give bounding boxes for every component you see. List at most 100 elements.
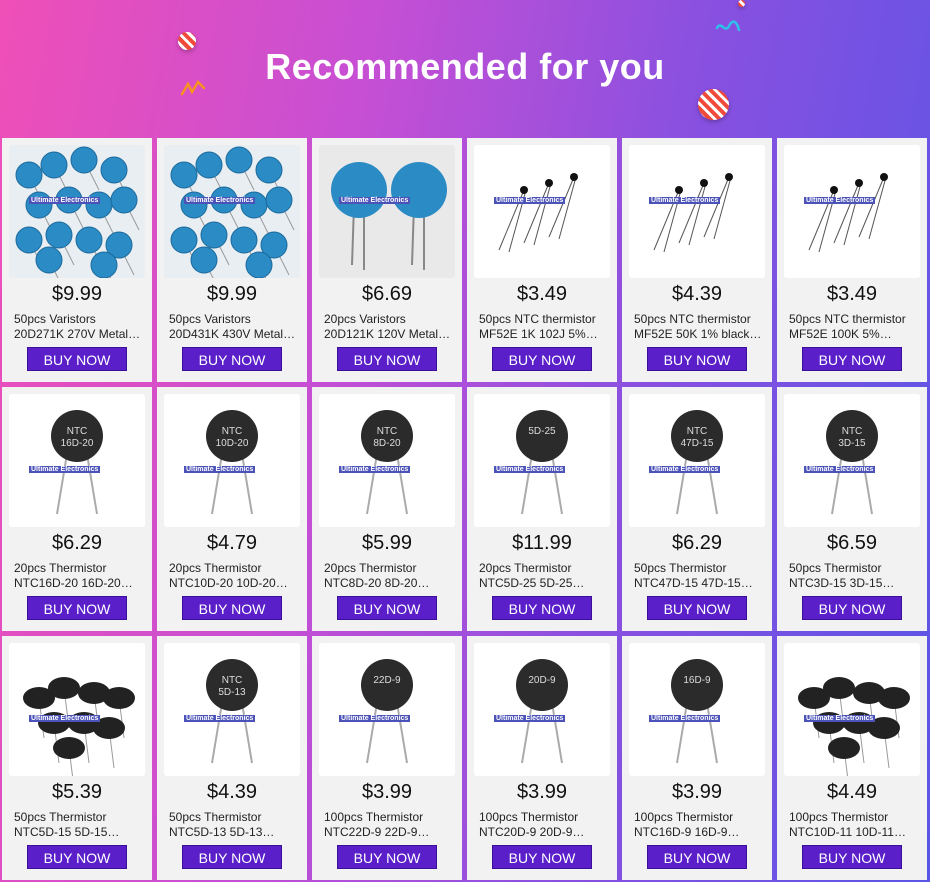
- svg-text:5D-13: 5D-13: [218, 687, 246, 698]
- buy-now-button[interactable]: BUY NOW: [337, 347, 437, 371]
- buy-now-button[interactable]: BUY NOW: [647, 845, 747, 869]
- product-name[interactable]: 50pcs NTC thermistor MF52E 1K 102J 5% th…: [479, 312, 609, 342]
- watermark: Ultimate Electronics: [804, 715, 876, 722]
- buy-now-button[interactable]: BUY NOW: [802, 596, 902, 620]
- product-image[interactable]: 5D-25 Ultimate Electronics: [474, 394, 610, 527]
- svg-text:5D-25: 5D-25: [528, 426, 556, 437]
- product-image[interactable]: Ultimate Electronics: [629, 145, 765, 278]
- decorative-ball-icon: [698, 89, 729, 120]
- product-price: $11.99: [512, 532, 572, 554]
- watermark: Ultimate Electronics: [804, 466, 876, 473]
- svg-text:16D-20: 16D-20: [61, 438, 94, 449]
- buy-now-button[interactable]: BUY NOW: [27, 845, 127, 869]
- product-name[interactable]: 20pcs Thermistor NTC16D-20 16D-20 therma…: [14, 561, 144, 591]
- product-card[interactable]: 22D-9 Ultimate Electronics $3.99 100pcs The…: [312, 636, 462, 880]
- watermark: Ultimate Electronics: [29, 197, 101, 204]
- watermark: Ultimate Electronics: [29, 715, 101, 722]
- product-card[interactable]: Ultimate Electronics $4.39 50pcs NTC therm…: [622, 138, 772, 382]
- watermark: Ultimate Electronics: [649, 466, 721, 473]
- buy-now-button[interactable]: BUY NOW: [182, 596, 282, 620]
- product-card[interactable]: NTC 3D-15 Ultimate Electronics $6.59 50pcs T…: [777, 387, 927, 631]
- product-price: $3.99: [516, 781, 568, 803]
- product-card[interactable]: NTC 47D-15 Ultimate Electronics $6.29 50pcs …: [622, 387, 772, 631]
- product-image[interactable]: 20D-9 Ultimate Electronics: [474, 643, 610, 776]
- buy-now-button[interactable]: BUY NOW: [492, 596, 592, 620]
- buy-now-button[interactable]: BUY NOW: [802, 845, 902, 869]
- product-name[interactable]: 20pcs Thermistor NTC8D-20 8D-20 thermal …: [324, 561, 454, 591]
- product-name[interactable]: 100pcs Thermistor NTC16D-9 16D-9 thermal…: [634, 810, 764, 840]
- product-card[interactable]: NTC 10D-20 Ultimate Electronics $4.79 20pcs …: [157, 387, 307, 631]
- buy-now-button[interactable]: BUY NOW: [492, 347, 592, 371]
- product-card[interactable]: Ultimate Electronics $9.99 50pcs Varistors…: [157, 138, 307, 382]
- buy-now-button[interactable]: BUY NOW: [492, 845, 592, 869]
- product-card[interactable]: Ultimate Electronics $9.99 50pcs Varistors…: [2, 138, 152, 382]
- product-image[interactable]: Ultimate Electronics: [9, 145, 145, 278]
- page-title: Recommended for you: [265, 46, 665, 87]
- watermark: Ultimate Electronics: [649, 715, 721, 722]
- product-card[interactable]: NTC 8D-20 Ultimate Electronics $5.99 20pcs T…: [312, 387, 462, 631]
- product-name[interactable]: 50pcs Varistors 20D271K 270V Metal Oxide…: [14, 312, 144, 342]
- product-image[interactable]: Ultimate Electronics: [474, 145, 610, 278]
- product-card[interactable]: 16D-9 Ultimate Electronics $3.99 100pcs The…: [622, 636, 772, 880]
- svg-text:10D-20: 10D-20: [216, 438, 249, 449]
- buy-now-button[interactable]: BUY NOW: [337, 596, 437, 620]
- product-image[interactable]: 16D-9 Ultimate Electronics: [629, 643, 765, 776]
- product-name[interactable]: 100pcs Thermistor NTC20D-9 20D-9 thermal…: [479, 810, 609, 840]
- product-name[interactable]: 20pcs Thermistor NTC10D-20 10D-20 therma…: [169, 561, 299, 591]
- product-image[interactable]: Ultimate Electronics: [784, 643, 920, 776]
- product-image[interactable]: Ultimate Electronics: [319, 145, 455, 278]
- product-name[interactable]: 50pcs Thermistor NTC47D-15 47D-15 therma…: [634, 561, 764, 591]
- product-image[interactable]: Ultimate Electronics: [784, 145, 920, 278]
- product-card[interactable]: Ultimate Electronics $5.39 50pcs Thermisto…: [2, 636, 152, 880]
- product-card[interactable]: Ultimate Electronics $6.69 20pcs Varistors…: [312, 138, 462, 382]
- product-image[interactable]: NTC 10D-20 Ultimate Electronics: [164, 394, 300, 527]
- product-price: $3.99: [671, 781, 723, 803]
- watermark: Ultimate Electronics: [494, 466, 566, 473]
- product-image[interactable]: NTC 47D-15 Ultimate Electronics: [629, 394, 765, 527]
- product-image[interactable]: NTC 5D-13 Ultimate Electronics: [164, 643, 300, 776]
- buy-now-button[interactable]: BUY NOW: [182, 845, 282, 869]
- buy-now-button[interactable]: BUY NOW: [647, 596, 747, 620]
- product-card[interactable]: 20D-9 Ultimate Electronics $3.99 100pcs The…: [467, 636, 617, 880]
- product-name[interactable]: 50pcs NTC thermistor MF52E 100K 5% therm…: [789, 312, 919, 342]
- buy-now-button[interactable]: BUY NOW: [647, 347, 747, 371]
- product-price: $9.99: [51, 283, 103, 305]
- watermark: Ultimate Electronics: [29, 466, 101, 473]
- buy-now-button[interactable]: BUY NOW: [182, 347, 282, 371]
- watermark: Ultimate Electronics: [184, 715, 256, 722]
- product-card[interactable]: Ultimate Electronics $4.49 100pcs Thermist…: [777, 636, 927, 880]
- product-price: $4.49: [826, 781, 878, 803]
- product-name[interactable]: 20pcs Thermistor NTC5D-25 5D-25 thermal …: [479, 561, 609, 591]
- product-name[interactable]: 50pcs Thermistor NTC5D-13 5D-13 thermal …: [169, 810, 299, 840]
- buy-now-button[interactable]: BUY NOW: [27, 596, 127, 620]
- product-price: $5.99: [361, 532, 413, 554]
- svg-text:22D-9: 22D-9: [373, 675, 401, 686]
- product-card[interactable]: 5D-25 Ultimate Electronics $11.99 20pcs The…: [467, 387, 617, 631]
- product-name[interactable]: 20pcs Varistors 20D121K 120V Metal Oxide…: [324, 312, 454, 342]
- product-image[interactable]: Ultimate Electronics: [9, 643, 145, 776]
- product-name[interactable]: 50pcs Thermistor NTC5D-15 5D-15 thermal …: [14, 810, 144, 840]
- product-price: $6.29: [671, 532, 723, 554]
- buy-now-button[interactable]: BUY NOW: [27, 347, 127, 371]
- product-card[interactable]: NTC 5D-13 Ultimate Electronics $4.39 50pcs T…: [157, 636, 307, 880]
- buy-now-button[interactable]: BUY NOW: [337, 845, 437, 869]
- product-name[interactable]: 50pcs Thermistor NTC3D-15 3D-15 thermal …: [789, 561, 919, 591]
- product-price: $6.59: [826, 532, 878, 554]
- product-card[interactable]: Ultimate Electronics $3.49 50pcs NTC therm…: [467, 138, 617, 382]
- buy-now-button[interactable]: BUY NOW: [802, 347, 902, 371]
- product-name[interactable]: 100pcs Thermistor NTC22D-9 22D-9 thermal…: [324, 810, 454, 840]
- product-image[interactable]: NTC 8D-20 Ultimate Electronics: [319, 394, 455, 527]
- watermark: Ultimate Electronics: [494, 715, 566, 722]
- product-card[interactable]: Ultimate Electronics $3.49 50pcs NTC therm…: [777, 138, 927, 382]
- product-name[interactable]: 50pcs Varistors 20D431K 430V Metal Oxide…: [169, 312, 299, 342]
- product-image[interactable]: 22D-9 Ultimate Electronics: [319, 643, 455, 776]
- product-image[interactable]: NTC 3D-15 Ultimate Electronics: [784, 394, 920, 527]
- product-name[interactable]: 50pcs NTC thermistor MF52E 50K 1% black …: [634, 312, 764, 342]
- product-image[interactable]: Ultimate Electronics: [164, 145, 300, 278]
- product-price: $3.99: [361, 781, 413, 803]
- product-price: $9.99: [206, 283, 258, 305]
- svg-text:47D-15: 47D-15: [681, 438, 714, 449]
- product-image[interactable]: NTC 16D-20 Ultimate Electronics: [9, 394, 145, 527]
- product-card[interactable]: NTC 16D-20 Ultimate Electronics $6.29 20pcs …: [2, 387, 152, 631]
- product-name[interactable]: 100pcs Thermistor NTC10D-11 10D-11 therm…: [789, 810, 919, 840]
